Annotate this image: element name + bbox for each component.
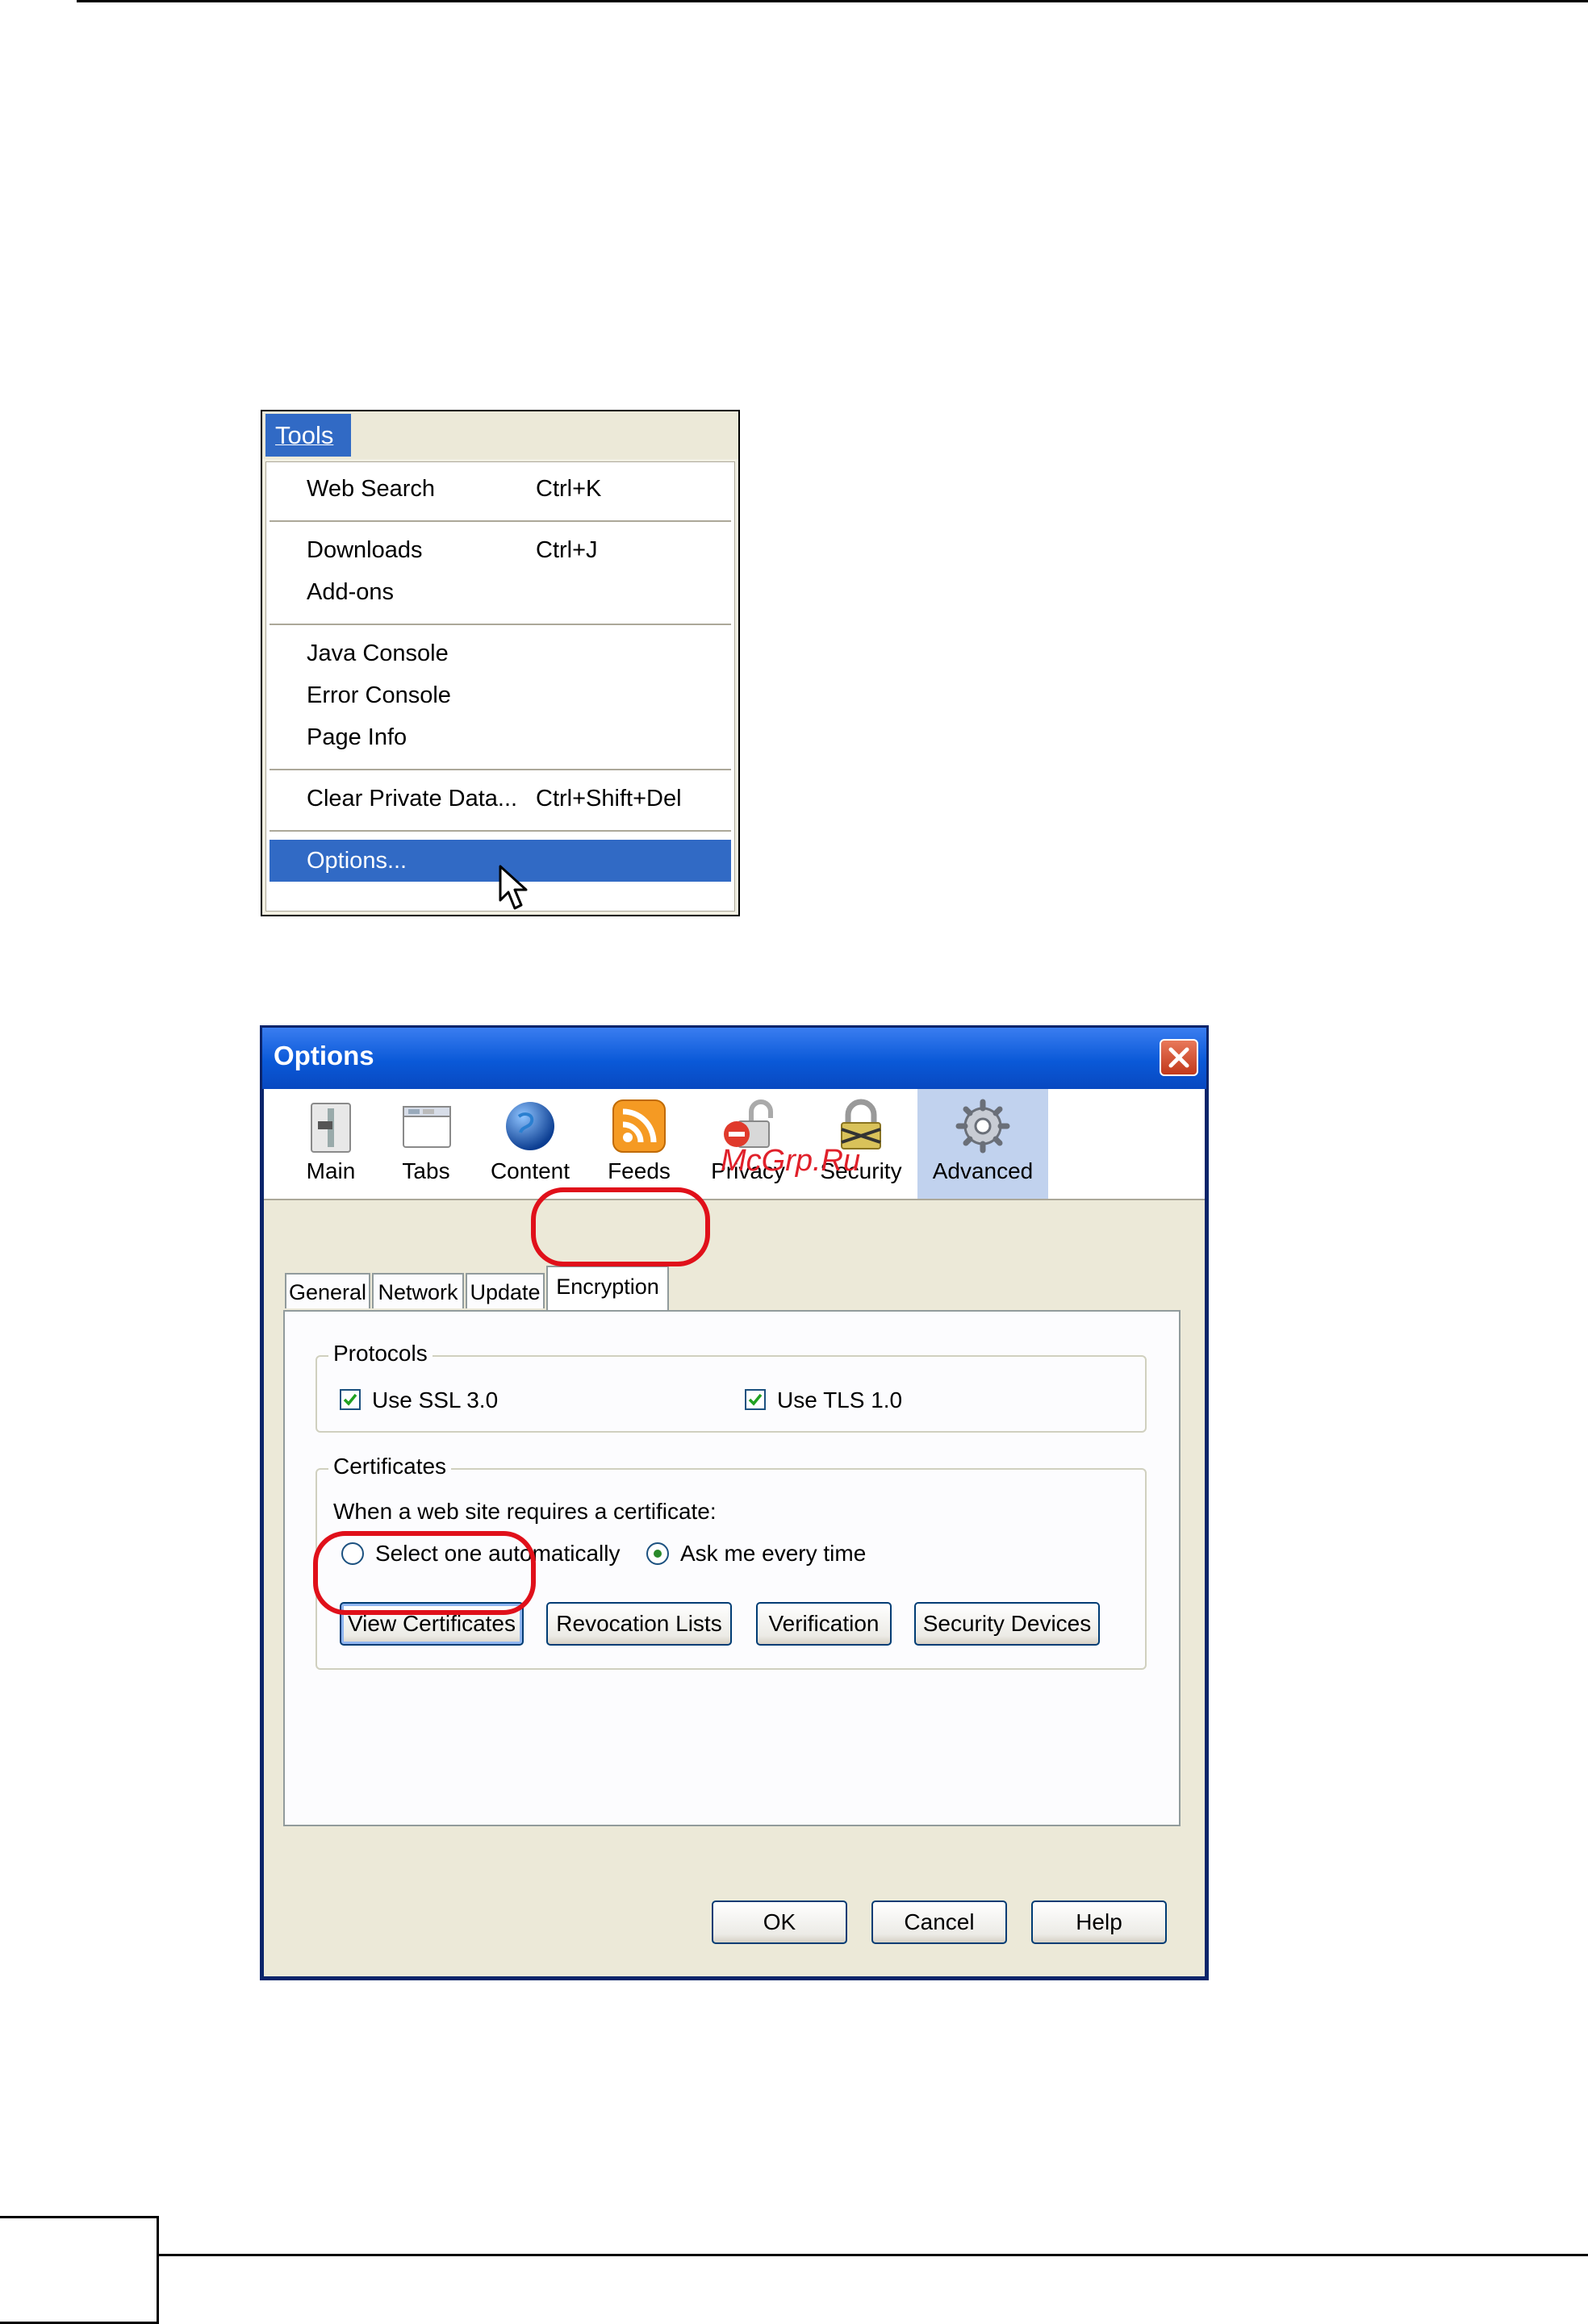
pane-advanced[interactable]: Advanced — [917, 1089, 1048, 1199]
use-ssl-label: Use SSL 3.0 — [372, 1387, 499, 1412]
ask-every-time-radio[interactable] — [646, 1542, 669, 1565]
menu-separator — [270, 830, 731, 832]
menu-separator — [270, 520, 731, 522]
pane-content[interactable]: Content — [474, 1089, 587, 1199]
main-switch-icon — [311, 1103, 351, 1153]
cancel-button[interactable]: Cancel — [871, 1901, 1007, 1944]
use-tls-label: Use TLS 1.0 — [777, 1387, 903, 1412]
protocols-group: Protocols Use SSL 3.0 Use TLS 1.0 — [316, 1341, 1147, 1433]
close-icon — [1168, 1047, 1189, 1068]
menu-item-shortcut: Ctrl+K — [536, 476, 602, 502]
ok-button[interactable]: OK — [712, 1901, 847, 1944]
certificates-group-title: Certificates — [328, 1454, 452, 1479]
pane-main[interactable]: Main — [283, 1089, 378, 1199]
page-top-rule — [77, 0, 1588, 2]
use-tls-checkbox[interactable] — [745, 1389, 766, 1410]
tab-update[interactable]: Update — [466, 1273, 545, 1308]
tabs-window-icon — [403, 1106, 451, 1148]
security-devices-button[interactable]: Security Devices — [914, 1602, 1100, 1646]
radio-selected-dot — [654, 1550, 662, 1558]
checkmark-icon — [748, 1393, 763, 1406]
pane-label: Tabs — [402, 1158, 450, 1183]
menu-item-label: Java Console — [307, 640, 449, 666]
menu-separator — [270, 769, 731, 770]
revocation-lists-button[interactable]: Revocation Lists — [546, 1602, 732, 1646]
tools-menu-title[interactable]: Tools — [265, 414, 351, 457]
pane-tabs[interactable]: Tabs — [378, 1089, 474, 1199]
pane-label: Feeds — [608, 1158, 671, 1183]
page-footer-rule — [159, 2254, 1588, 2256]
tab-general[interactable]: General — [285, 1273, 370, 1308]
menu-item-label: Error Console — [307, 682, 451, 708]
rss-feed-icon — [612, 1099, 666, 1153]
menu-item-label: Page Info — [307, 724, 407, 750]
menu-item-label: Web Search — [307, 476, 436, 502]
menu-item-downloads[interactable]: Downloads Ctrl+J — [270, 530, 731, 570]
menu-item-add-ons[interactable]: Add-ons — [270, 572, 731, 612]
menu-item-shortcut: Ctrl+Shift+Del — [536, 786, 682, 812]
help-button[interactable]: Help — [1031, 1901, 1167, 1944]
ask-every-time-label: Ask me every time — [680, 1541, 867, 1566]
menu-item-web-search[interactable]: Web Search Ctrl+K — [270, 469, 731, 509]
close-button[interactable] — [1160, 1039, 1198, 1076]
menu-item-label: Clear Private Data... — [307, 786, 518, 812]
dialog-titlebar[interactable]: Options — [262, 1028, 1206, 1089]
use-ssl-checkbox[interactable] — [340, 1389, 361, 1410]
checkmark-icon — [343, 1393, 357, 1406]
tab-encryption[interactable]: Encryption — [546, 1266, 669, 1311]
mouse-pointer-icon — [499, 865, 528, 910]
tools-menu-screenshot: Tools Web Search Ctrl+K Downloads Ctrl+J… — [261, 410, 740, 916]
view-certificates-highlight — [313, 1531, 536, 1615]
verification-button[interactable]: Verification — [756, 1602, 892, 1646]
pane-label: Content — [490, 1158, 570, 1183]
menu-item-shortcut: Ctrl+J — [536, 537, 598, 563]
menu-item-clear-private-data[interactable]: Clear Private Data... Ctrl+Shift+Del — [270, 778, 731, 819]
menu-item-label: Options... — [307, 848, 407, 874]
protocols-group-title: Protocols — [328, 1341, 433, 1366]
gear-icon — [955, 1099, 1010, 1154]
watermark-text: McGrp.Ru — [721, 1144, 861, 1178]
menu-item-page-info[interactable]: Page Info — [270, 717, 731, 757]
certificate-prompt: When a web site requires a certificate: — [333, 1499, 717, 1524]
dialog-title: Options — [274, 1041, 374, 1070]
page-number-box — [0, 2216, 159, 2324]
pane-feeds[interactable]: Feeds — [587, 1089, 692, 1199]
menu-item-error-console[interactable]: Error Console — [270, 675, 731, 716]
menu-separator — [270, 624, 731, 625]
menu-item-label: Downloads — [307, 537, 423, 563]
pane-label: Advanced — [932, 1158, 1034, 1183]
tab-network[interactable]: Network — [372, 1273, 464, 1308]
menu-item-label: Add-ons — [307, 579, 395, 605]
menu-bar: Tools — [262, 411, 738, 459]
pane-label: Main — [306, 1158, 356, 1183]
menu-item-java-console[interactable]: Java Console — [270, 633, 731, 674]
globe-icon — [506, 1102, 554, 1150]
encryption-tab-highlight — [531, 1187, 710, 1266]
tools-dropdown: Web Search Ctrl+K Downloads Ctrl+J Add-o… — [265, 461, 735, 912]
